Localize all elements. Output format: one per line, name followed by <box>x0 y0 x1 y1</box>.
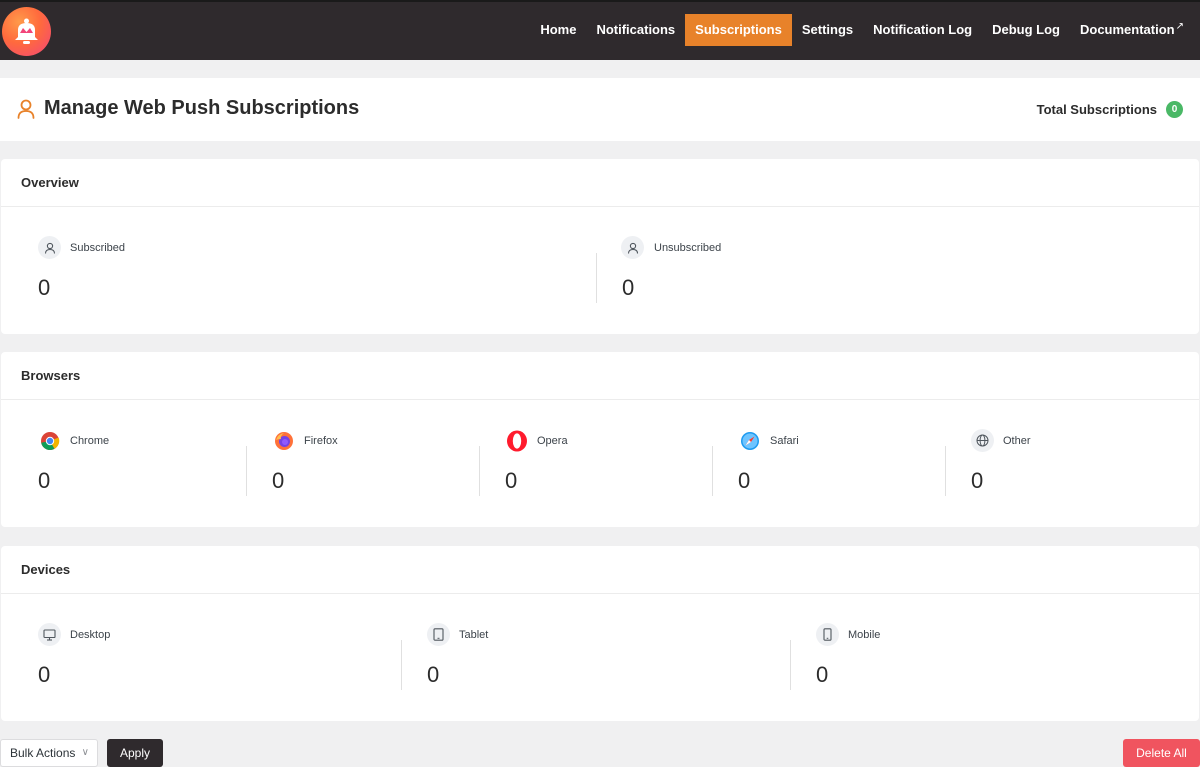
stat-desktop-label: Desktop <box>70 629 111 641</box>
mobile-icon <box>816 623 839 646</box>
globe-icon <box>971 429 994 452</box>
stat-safari-label: Safari <box>770 435 799 447</box>
stat-subscribed-value: 0 <box>38 275 51 300</box>
browsers-card: Browsers Chrome 0 Firefox 0 Opera 0 Safa… <box>1 352 1199 527</box>
stat-unsubscribed: Unsubscribed 0 <box>596 207 1199 333</box>
external-link-icon: ↗ <box>1175 21 1184 32</box>
firefox-icon <box>272 429 295 452</box>
stat-tablet: Tablet 0 <box>401 594 790 720</box>
overview-title: Overview <box>1 159 1199 207</box>
stat-firefox: Firefox 0 <box>246 400 479 526</box>
page-header: Manage Web Push Subscriptions Total Subs… <box>0 78 1200 141</box>
divider <box>945 446 946 496</box>
stat-chrome-label: Chrome <box>70 435 110 447</box>
divider <box>790 640 791 690</box>
nav-notification-log[interactable]: Notification Log <box>863 14 982 46</box>
total-subscriptions-label: Total Subscriptions <box>1036 102 1157 117</box>
bell-icon <box>15 18 38 44</box>
nav-settings-label: Settings <box>801 22 854 37</box>
stat-safari: Safari 0 <box>712 400 945 526</box>
nav-notifications-label: Notifications <box>596 22 676 37</box>
user-icon <box>621 236 644 259</box>
divider <box>401 640 402 690</box>
stat-tablet-value: 0 <box>427 662 440 687</box>
stat-unsubscribed-value: 0 <box>622 275 635 300</box>
user-icon <box>17 99 35 119</box>
nav-documentation-label: Documentation <box>1079 22 1175 37</box>
divider <box>712 446 713 496</box>
browsers-stats: Chrome 0 Firefox 0 Opera 0 Safari 0 Othe… <box>1 400 1199 526</box>
nav-home[interactable]: Home <box>530 14 586 46</box>
nav-settings[interactable]: Settings <box>792 14 863 46</box>
user-icon <box>38 236 61 259</box>
stat-opera-label: Opera <box>537 435 568 447</box>
opera-icon <box>505 429 528 452</box>
stat-desktop: Desktop 0 <box>1 594 401 720</box>
nav-home-label: Home <box>540 22 577 37</box>
safari-icon <box>738 429 761 452</box>
overview-card: Overview Subscribed 0 Unsubscribed 0 <box>1 159 1199 334</box>
stat-chrome-value: 0 <box>38 468 51 493</box>
app-logo[interactable] <box>2 7 51 56</box>
devices-card: Devices Desktop 0 Tablet 0 Mobile 0 <box>1 546 1199 721</box>
top-navigation-bar: Home Notifications Subscriptions Setting… <box>0 0 1200 60</box>
divider <box>246 446 247 496</box>
desktop-icon <box>38 623 61 646</box>
stat-chrome: Chrome 0 <box>1 400 246 526</box>
browsers-title: Browsers <box>1 352 1199 400</box>
stat-subscribed: Subscribed 0 <box>1 207 596 333</box>
stat-other: Other 0 <box>945 400 1199 526</box>
nav-notification-log-label: Notification Log <box>873 22 973 37</box>
stat-other-label: Other <box>1003 435 1031 447</box>
delete-all-button[interactable]: Delete All <box>1123 739 1200 767</box>
tablet-icon <box>427 623 450 646</box>
chevron-down-icon: ∨ <box>81 747 89 758</box>
bulk-actions-select[interactable]: Bulk Actions ∨ <box>0 739 98 767</box>
total-subscriptions-badge: 0 <box>1166 101 1183 118</box>
stat-opera-value: 0 <box>505 468 518 493</box>
divider <box>479 446 480 496</box>
stat-mobile-label: Mobile <box>848 629 881 641</box>
stat-desktop-value: 0 <box>38 662 51 687</box>
main-nav: Home Notifications Subscriptions Setting… <box>530 14 1194 46</box>
stat-mobile-value: 0 <box>816 662 829 687</box>
bulk-actions-label: Bulk Actions <box>10 746 76 760</box>
nav-notifications[interactable]: Notifications <box>586 14 685 46</box>
stat-subscribed-label: Subscribed <box>70 242 126 254</box>
page-title: Manage Web Push Subscriptions <box>44 97 360 119</box>
stat-opera: Opera 0 <box>479 400 712 526</box>
nav-documentation[interactable]: Documentation↗ <box>1070 14 1194 46</box>
divider <box>596 253 597 303</box>
chrome-icon <box>38 429 61 452</box>
nav-debug-log[interactable]: Debug Log <box>982 14 1070 46</box>
stat-mobile: Mobile 0 <box>790 594 1199 720</box>
overview-stats: Subscribed 0 Unsubscribed 0 <box>1 207 1199 333</box>
stat-firefox-value: 0 <box>272 468 285 493</box>
nav-debug-log-label: Debug Log <box>992 22 1060 37</box>
stat-safari-value: 0 <box>738 468 751 493</box>
stat-firefox-label: Firefox <box>304 435 338 447</box>
stat-tablet-label: Tablet <box>459 629 489 641</box>
stat-other-value: 0 <box>971 468 984 493</box>
stat-unsubscribed-label: Unsubscribed <box>654 242 722 254</box>
apply-button[interactable]: Apply <box>107 739 163 767</box>
devices-stats: Desktop 0 Tablet 0 Mobile 0 <box>1 594 1199 720</box>
nav-subscriptions[interactable]: Subscriptions <box>685 14 792 46</box>
devices-title: Devices <box>1 546 1199 594</box>
nav-subscriptions-label: Subscriptions <box>695 22 782 37</box>
